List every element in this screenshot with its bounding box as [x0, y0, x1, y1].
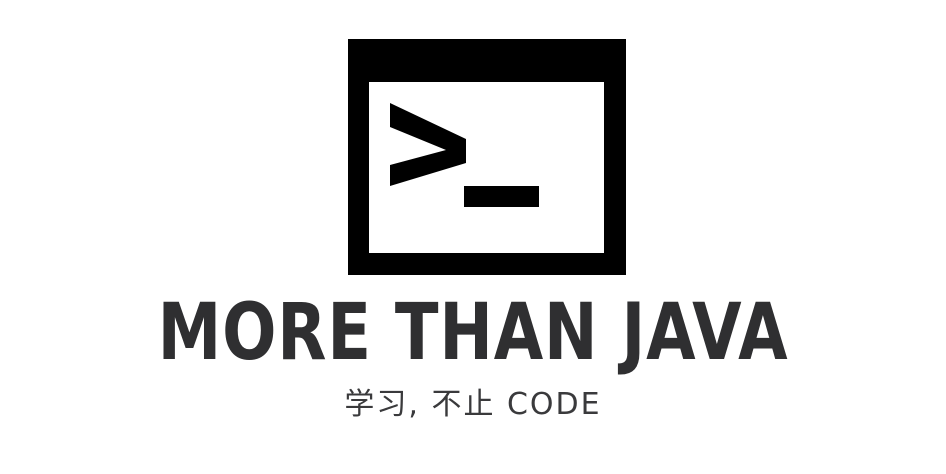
- brand-title: MORE THAN JAVA: [157, 288, 789, 378]
- brand-logo: MORE THAN JAVA 学习, 不止 CODE: [0, 0, 946, 474]
- terminal-icon: [348, 39, 626, 275]
- brand-tagline: 学习, 不止 CODE: [344, 387, 602, 422]
